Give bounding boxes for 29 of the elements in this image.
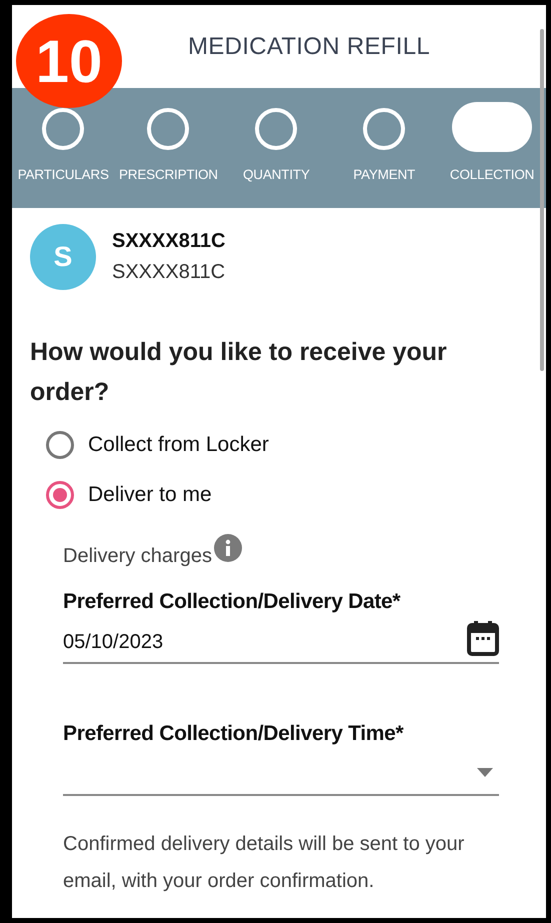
option-label[interactable]: Deliver to me	[88, 483, 212, 507]
scrollbar[interactable]	[540, 29, 544, 371]
step-label[interactable]: PRESCRIPTION	[118, 167, 218, 182]
page-title: MEDICATION REFILL	[188, 32, 430, 60]
avatar: S	[30, 224, 96, 290]
delivery-note: Confirmed delivery details will be sent to your email, with your order confirmation.	[63, 832, 466, 894]
step-label[interactable]: COLLECTION	[450, 167, 534, 182]
option-label[interactable]: Collect from Locker	[88, 433, 269, 457]
step-circle[interactable]	[147, 108, 190, 150]
step-circle[interactable]	[255, 108, 298, 150]
step-label[interactable]: QUANTITY	[242, 167, 310, 182]
date-field[interactable]: 05/10/2023	[63, 614, 499, 664]
profile-name: SXXXX811C	[112, 230, 226, 253]
step-label[interactable]: PARTICULARS	[18, 167, 109, 182]
step-circle[interactable]	[363, 108, 406, 150]
field-label: Preferred Collection/Delivery Time*	[63, 722, 404, 746]
step-circle[interactable]	[42, 108, 84, 150]
field-label: Preferred Collection/Delivery Date*	[63, 590, 402, 614]
info-icon[interactable]	[214, 534, 242, 562]
radio-button[interactable]	[46, 481, 74, 509]
step-number-badge: 10	[16, 14, 122, 108]
profile-id: SXXXX811C	[112, 261, 226, 284]
active-step-marker[interactable]	[452, 102, 532, 152]
question-heading: How would you like to receive your order?	[30, 337, 448, 408]
radio-button[interactable]	[46, 431, 74, 459]
dropdown-caret-icon	[477, 768, 493, 776]
calendar-icon[interactable]	[467, 620, 499, 656]
delivery-charges-label: Delivery charges	[63, 545, 212, 568]
step-label[interactable]: PAYMENT	[353, 167, 416, 182]
